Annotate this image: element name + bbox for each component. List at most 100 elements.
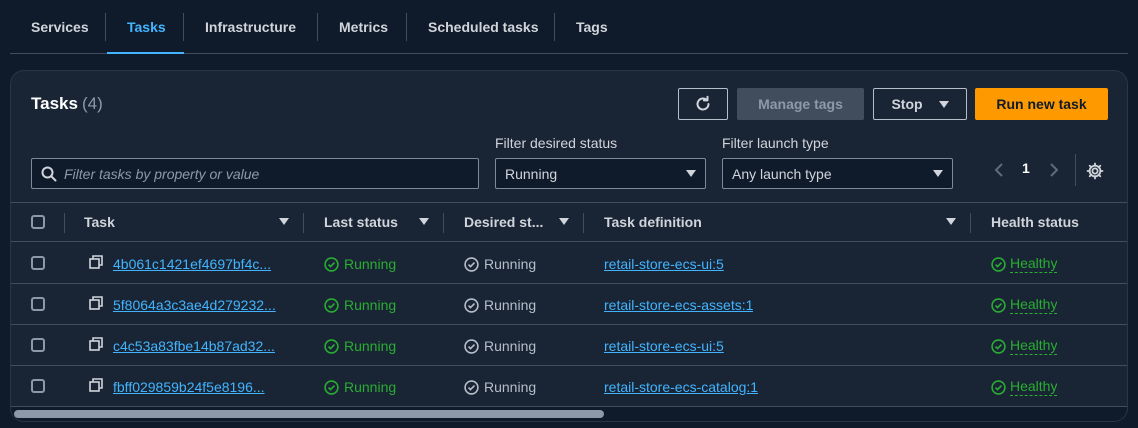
health-status[interactable]: Healthy — [991, 296, 1058, 314]
status-check-icon — [991, 338, 1006, 354]
desired-status-label: Filter desired status — [495, 135, 618, 151]
status-check-icon — [464, 297, 479, 313]
tab-tasks[interactable]: Tasks — [107, 0, 184, 54]
column-header-last-status[interactable]: Last status — [324, 214, 398, 230]
select-all-checkbox[interactable] — [31, 215, 45, 229]
tab-infrastructure[interactable]: Infrastructure — [205, 0, 296, 53]
column-divider — [64, 213, 65, 233]
desired-status: Running — [464, 338, 536, 354]
copy-icon[interactable] — [89, 337, 104, 352]
page-number[interactable]: 1 — [1022, 160, 1030, 176]
column-header-desired-status[interactable]: Desired st... — [464, 214, 543, 230]
table-row: 4b061c1421ef4697bf4c... Running Running … — [11, 243, 1127, 284]
status-check-icon — [991, 256, 1006, 272]
chevron-left-icon[interactable] — [994, 163, 1004, 177]
task-id-link[interactable]: 5f8064a3c3ae4d279232... — [113, 297, 288, 313]
chevron-down-icon — [686, 170, 696, 177]
run-new-task-button[interactable]: Run new task — [975, 88, 1108, 120]
launch-type-label: Filter launch type — [722, 135, 829, 151]
task-definition-link[interactable]: retail-store-ecs-catalog:1 — [604, 379, 758, 395]
tab-bar: Services Tasks Infrastructure Metrics Sc… — [10, 0, 1128, 54]
column-header-health-status[interactable]: Health status — [991, 214, 1079, 230]
copy-icon[interactable] — [89, 378, 104, 393]
column-divider — [443, 213, 444, 233]
health-status[interactable]: Healthy — [991, 337, 1058, 355]
chevron-down-icon — [938, 100, 949, 108]
row-checkbox[interactable] — [31, 338, 45, 352]
last-status: Running — [324, 256, 396, 272]
gear-icon[interactable] — [1086, 162, 1104, 180]
task-count: (4) — [81, 94, 103, 113]
tab-divider — [406, 13, 407, 41]
health-status[interactable]: Healthy — [991, 378, 1058, 396]
desired-status: Running — [464, 297, 536, 313]
status-check-icon — [991, 297, 1006, 313]
tab-scheduled-tasks[interactable]: Scheduled tasks — [428, 0, 539, 53]
health-status[interactable]: Healthy — [991, 255, 1058, 273]
manage-tags-button[interactable]: Manage tags — [737, 88, 864, 120]
last-status-text: Running — [344, 379, 397, 395]
column-header-task[interactable]: Task — [84, 214, 115, 230]
task-definition-link[interactable]: retail-store-ecs-assets:1 — [604, 297, 753, 313]
table-header: Task Last status Desired st... Task defi… — [11, 202, 1127, 242]
last-status-text: Running — [344, 297, 397, 313]
row-checkbox[interactable] — [31, 379, 45, 393]
status-check-icon — [464, 256, 479, 272]
column-header-task-definition[interactable]: Task definition — [604, 214, 702, 230]
launch-type-value: Any launch type — [732, 165, 832, 182]
task-id-link[interactable]: c4c53a83fbe14b87ad32... — [113, 338, 285, 354]
last-status: Running — [324, 297, 396, 313]
stop-dropdown-button[interactable]: Stop — [873, 88, 967, 120]
stop-label: Stop — [891, 96, 923, 112]
tab-divider — [105, 13, 106, 41]
copy-icon[interactable] — [89, 255, 104, 270]
sort-icon[interactable] — [946, 218, 956, 225]
task-definition-link[interactable]: retail-store-ecs-ui:5 — [604, 338, 724, 354]
task-definition-link[interactable]: retail-store-ecs-ui:5 — [604, 256, 724, 272]
last-status-text: Running — [344, 338, 397, 354]
sort-icon[interactable] — [559, 218, 569, 225]
row-checkbox[interactable] — [31, 256, 45, 270]
status-check-icon — [324, 338, 339, 354]
health-status-text: Healthy — [1010, 255, 1058, 273]
scrollbar-thumb[interactable] — [14, 410, 604, 418]
chevron-down-icon — [933, 170, 943, 177]
chevron-right-icon[interactable] — [1049, 163, 1059, 177]
table-row: c4c53a83fbe14b87ad32... Running Running … — [11, 325, 1127, 366]
panel-title-text: Tasks — [31, 94, 78, 113]
tab-metrics[interactable]: Metrics — [339, 0, 388, 53]
column-divider — [970, 213, 971, 233]
search-input[interactable] — [64, 165, 478, 182]
search-field[interactable] — [31, 158, 479, 189]
last-status-text: Running — [344, 256, 397, 272]
refresh-icon — [696, 95, 710, 111]
horizontal-scrollbar[interactable] — [11, 407, 1127, 421]
refresh-button[interactable] — [678, 88, 728, 120]
status-check-icon — [991, 379, 1006, 395]
desired-status-value: Running — [505, 165, 558, 182]
status-check-icon — [464, 379, 479, 395]
column-divider — [583, 213, 584, 233]
table-row: 5f8064a3c3ae4d279232... Running Running … — [11, 284, 1127, 325]
tasks-panel: Tasks (4) Manage tags Stop Run new task F… — [10, 70, 1128, 422]
desired-status: Running — [464, 256, 536, 272]
status-check-icon — [324, 256, 339, 272]
desired-status-select[interactable]: Running — [495, 158, 706, 189]
launch-type-select[interactable]: Any launch type — [722, 158, 953, 189]
last-status: Running — [324, 338, 396, 354]
tab-services[interactable]: Services — [31, 0, 89, 53]
status-check-icon — [324, 297, 339, 313]
row-checkbox[interactable] — [31, 297, 45, 311]
sort-icon[interactable] — [279, 218, 289, 225]
tab-divider — [183, 13, 184, 41]
task-id-link[interactable]: fbff029859b24f5e8196... — [113, 379, 285, 395]
search-icon — [41, 166, 57, 182]
desired-status: Running — [464, 379, 536, 395]
sort-icon[interactable] — [419, 218, 429, 225]
tab-tags[interactable]: Tags — [576, 0, 608, 53]
pager-divider — [1075, 154, 1076, 186]
status-check-icon — [464, 338, 479, 354]
task-id-link[interactable]: 4b061c1421ef4697bf4c... — [113, 256, 285, 272]
copy-icon[interactable] — [89, 296, 104, 311]
last-status: Running — [324, 379, 396, 395]
